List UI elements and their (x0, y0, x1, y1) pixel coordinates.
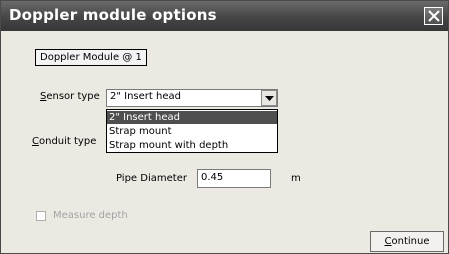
conduit-type-label-first: C (32, 136, 39, 147)
sensor-type-label-rest: ensor type (46, 91, 100, 102)
sensor-option-insert-head[interactable]: 2" Insert head (107, 111, 277, 124)
pipe-diameter-label: Pipe Diameter (116, 173, 187, 184)
sensor-type-selected: 2" Insert head (110, 91, 181, 102)
sensor-type-label: Sensor type (40, 91, 100, 102)
continue-label-first: C (384, 236, 392, 247)
continue-button[interactable]: Continue (370, 231, 444, 252)
sensor-type-dropdown-button[interactable] (261, 90, 277, 106)
conduit-type-label: Conduit type (32, 136, 96, 147)
continue-label-rest: ontinue (391, 236, 430, 247)
title-bar[interactable]: Doppler module options (1, 1, 448, 31)
close-icon (428, 10, 440, 22)
module-label: Doppler Module @ 1 (35, 49, 147, 66)
chevron-down-icon (265, 96, 274, 101)
sensor-option-strap-mount-depth[interactable]: Strap mount with depth (107, 139, 277, 152)
sensor-type-select[interactable]: 2" Insert head (106, 89, 278, 107)
sensor-option-strap-mount[interactable]: Strap mount (107, 125, 277, 138)
pipe-diameter-input[interactable]: 0.45 (197, 169, 271, 188)
dialog-window: Doppler module options Doppler Module @ … (0, 0, 449, 254)
conduit-type-label-rest: onduit type (38, 136, 97, 147)
dialog-title: Doppler module options (9, 6, 217, 24)
pipe-diameter-value: 0.45 (201, 172, 224, 183)
measure-depth-label: Measure depth (53, 210, 128, 221)
sensor-type-dropdown-list: 2" Insert head Strap mount Strap mount w… (106, 109, 278, 153)
measure-depth-checkbox[interactable] (36, 211, 46, 221)
pipe-diameter-unit: m (291, 173, 301, 184)
close-button[interactable] (424, 7, 443, 25)
